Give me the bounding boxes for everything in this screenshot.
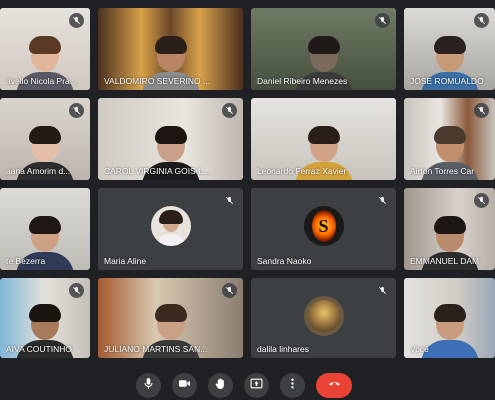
participant-name: Você: [410, 344, 429, 354]
participant-name: Maria Aline: [104, 256, 147, 266]
participant-tile[interactable]: aana Amorim d...: [0, 98, 90, 180]
present-button[interactable]: [244, 373, 269, 398]
mic-muted-icon: [69, 13, 84, 28]
participant-tile[interactable]: te Bezerra: [0, 188, 90, 270]
participant-name: dalila linhares: [257, 344, 309, 354]
mic-muted-icon: [222, 193, 237, 208]
hand-icon: [214, 377, 227, 395]
participant-name: VALDOMIRO SEVERINO ...: [104, 76, 211, 86]
participant-name: aana Amorim d...: [6, 166, 71, 176]
call-controls: [0, 360, 495, 400]
participant-name: Daniel Ribeiro Menezes: [257, 76, 348, 86]
avatar: S: [303, 206, 344, 246]
present-icon: [250, 377, 263, 395]
participant-tile[interactable]: S Sandra Naoko: [251, 188, 396, 270]
participant-tile[interactable]: avello Nicola Pra...: [0, 8, 90, 90]
self-tile[interactable]: Você: [404, 278, 495, 358]
mic-icon: [142, 377, 155, 395]
participant-name: JOSE ROMUALDO: [410, 76, 484, 86]
participant-tile[interactable]: CAROL VIRGINIA GOIS L...: [98, 98, 243, 180]
camera-button[interactable]: [172, 373, 197, 398]
end-call-button[interactable]: [316, 373, 352, 398]
mic-muted-icon: [375, 13, 390, 28]
mic-muted-icon: [474, 193, 489, 208]
participant-name: JULIANO MARTINS SAN...: [104, 344, 208, 354]
participant-tile[interactable]: dalila linhares: [251, 278, 396, 358]
participant-name: Airton Torres Car: [410, 166, 475, 176]
raise-hand-button[interactable]: [208, 373, 233, 398]
avatar: [150, 206, 191, 246]
participant-tile[interactable]: EMMANUEL DAM: [404, 188, 495, 270]
participant-name: CAROL VIRGINIA GOIS L...: [104, 166, 210, 176]
avatar: [303, 296, 344, 336]
camera-icon: [178, 377, 191, 395]
participant-name: Sandra Naoko: [257, 256, 312, 266]
mic-muted-icon: [474, 103, 489, 118]
mic-muted-icon: [69, 103, 84, 118]
participant-tile[interactable]: JOSE ROMUALDO: [404, 8, 495, 90]
mic-muted-icon: [222, 283, 237, 298]
participant-name: EMMANUEL DAM: [410, 256, 480, 266]
mic-muted-icon: [375, 193, 390, 208]
mic-muted-icon: [474, 13, 489, 28]
mic-muted-icon: [69, 283, 84, 298]
more-icon: [286, 377, 299, 395]
participant-name: te Bezerra: [6, 256, 46, 266]
participant-tile[interactable]: JULIANO MARTINS SAN...: [98, 278, 243, 358]
participant-tile[interactable]: VALDOMIRO SEVERINO ...: [98, 8, 243, 90]
participant-name: avello Nicola Pra...: [6, 76, 77, 86]
participant-name: AIVA COUTINHO: [6, 344, 72, 354]
participant-tile[interactable]: Leonardo Ferraz Xavier: [251, 98, 396, 180]
end-call-icon: [328, 377, 341, 395]
participant-tile[interactable]: AIVA COUTINHO: [0, 278, 90, 358]
participant-name: Leonardo Ferraz Xavier: [257, 166, 347, 176]
mic-muted-icon: [222, 103, 237, 118]
mic-muted-icon: [375, 283, 390, 298]
participant-tile[interactable]: Daniel Ribeiro Menezes: [251, 8, 396, 90]
participant-tile[interactable]: Maria Aline: [98, 188, 243, 270]
participant-tile[interactable]: Airton Torres Car: [404, 98, 495, 180]
more-options-button[interactable]: [280, 373, 305, 398]
mic-button[interactable]: [136, 373, 161, 398]
